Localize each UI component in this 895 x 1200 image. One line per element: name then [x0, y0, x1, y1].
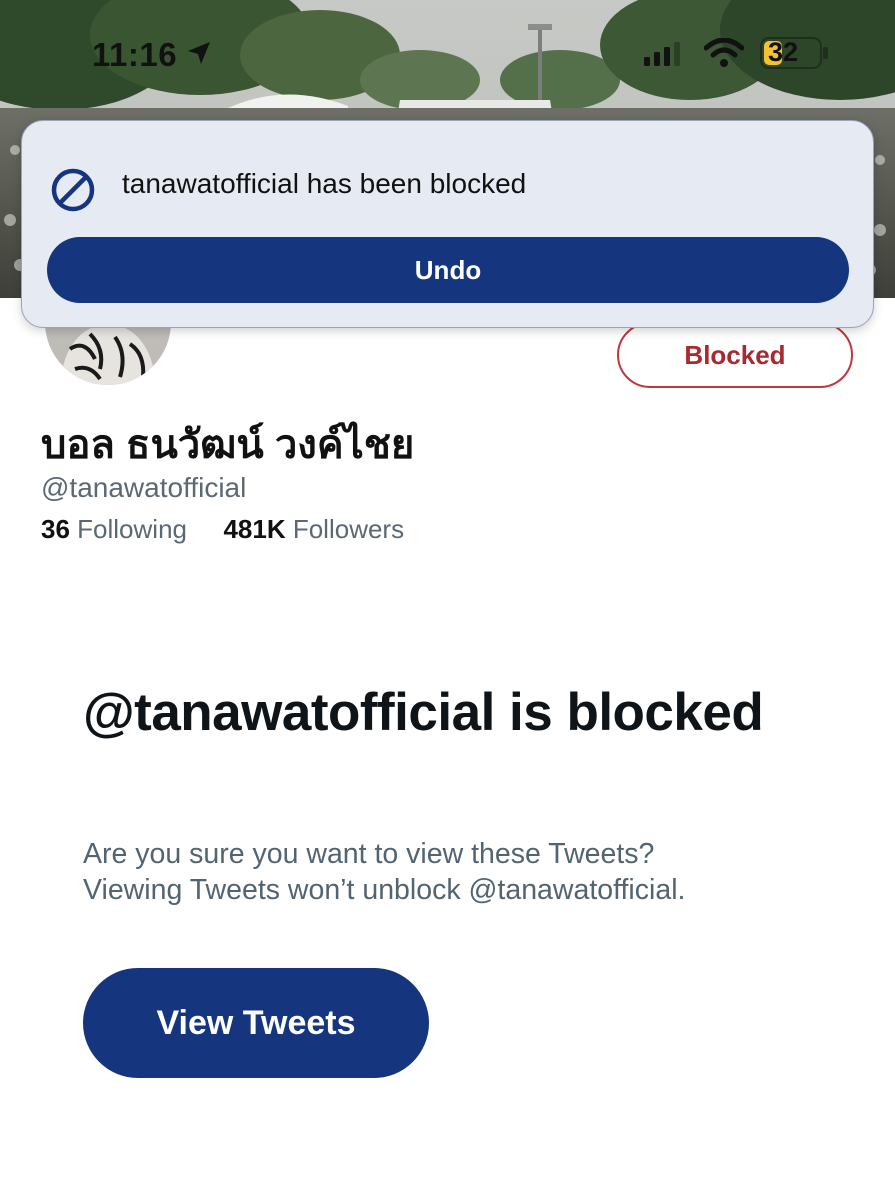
follow-stats: 36 Following 481K Followers — [41, 514, 404, 545]
wifi-icon — [703, 37, 745, 73]
profile-handle: @tanawatofficial — [41, 472, 247, 503]
followers-count: 481K — [223, 514, 286, 544]
status-bar: 11:16 32 — [0, 22, 895, 82]
blocked-description-line: Are you sure you want to view these Twee… — [83, 838, 655, 870]
display-name: บอล ธนวัฒน์ วงค์ไชย — [41, 423, 415, 467]
block-icon — [50, 167, 96, 218]
status-time: 11:16 — [92, 36, 178, 73]
blocked-button[interactable]: Blocked — [617, 322, 853, 388]
followers-label: Followers — [292, 514, 405, 544]
signal-icon — [644, 42, 684, 71]
blocked-toast: tanawatofficial has been blocked Undo — [21, 120, 874, 328]
profile-screen: 11:16 32 Blocked บอล ธนวัฒน์ วงค์ไชย @ta… — [0, 0, 895, 1200]
blocked-heading: @tanawatofficial is blocked — [83, 683, 764, 742]
location-arrow-icon — [186, 40, 212, 71]
blocked-description: Are you sure you want to view these Twee… — [83, 836, 843, 908]
undo-button[interactable]: Undo — [47, 237, 849, 303]
following-count: 36 — [41, 514, 70, 544]
view-tweets-button[interactable]: View Tweets — [83, 968, 429, 1078]
toast-message: tanawatofficial has been blocked — [122, 168, 527, 199]
followers-link[interactable]: 481K Followers — [223, 514, 404, 544]
battery-level: 32 — [768, 37, 799, 67]
blocked-description-line: Viewing Tweets won’t unblock @tanawatoff… — [83, 874, 686, 906]
following-label: Following — [77, 514, 187, 544]
following-link[interactable]: 36 Following — [41, 514, 194, 544]
